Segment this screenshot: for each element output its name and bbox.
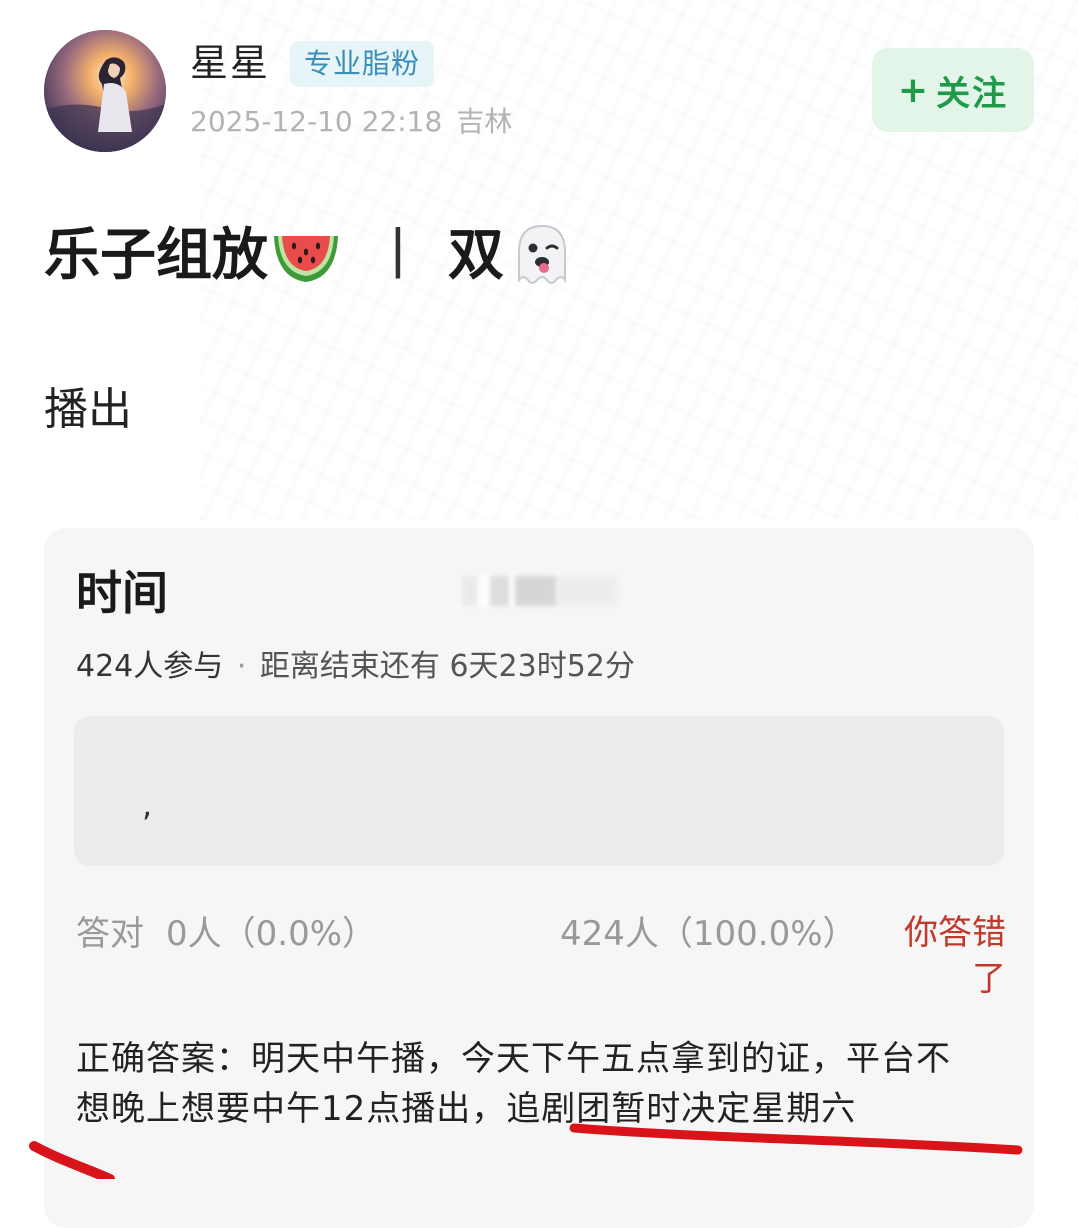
stats-separator: ·: [236, 649, 247, 684]
post-datetime: 2025-12-10 22:18: [190, 105, 443, 138]
correct-answer-text: 正确答案：明天中午播，今天下午五点拿到的证，平台不想晚上想要中午12点播出，追剧…: [76, 1039, 951, 1129]
author-name[interactable]: 星星: [190, 38, 270, 88]
redacted-text: [462, 576, 618, 606]
title-suffix: 双: [448, 223, 504, 288]
ghost-icon: [504, 218, 580, 294]
correct-result: 答对 0人（0.0%）: [76, 910, 376, 958]
fan-level-badge: 专业脂粉: [290, 41, 435, 87]
other-result: 424人（100.0%）: [560, 914, 857, 954]
follow-button[interactable]: + 关注: [872, 48, 1034, 132]
quiz-option[interactable]: ,: [74, 716, 1004, 866]
correct-count: 0人（0.0%）: [166, 914, 377, 954]
post-location: 吉林: [456, 105, 513, 138]
correct-label: 答对: [76, 914, 144, 954]
post-body: 播出: [44, 384, 132, 435]
title-prefix: 乐子组放: [44, 223, 268, 288]
quiz-title: 时间: [76, 566, 168, 620]
participant-count: 424人参与: [76, 649, 224, 684]
watermelon-icon: [268, 218, 344, 294]
quiz-option-text: ,: [142, 786, 153, 824]
wrong-answer-notice: 你答错了: [904, 913, 1006, 999]
post-meta: 2025-12-10 22:18 吉林: [190, 102, 512, 142]
post-title: 乐子组放 丨 双: [44, 218, 580, 294]
title-separator: 丨: [370, 223, 426, 288]
plus-icon: +: [897, 69, 931, 111]
follow-label: 关注: [936, 73, 1009, 114]
avatar[interactable]: [44, 30, 166, 152]
quiz-countdown: 距离结束还有 6天23时52分: [259, 649, 635, 684]
quiz-stats: 424人参与 · 距离结束还有 6天23时52分: [76, 645, 635, 689]
